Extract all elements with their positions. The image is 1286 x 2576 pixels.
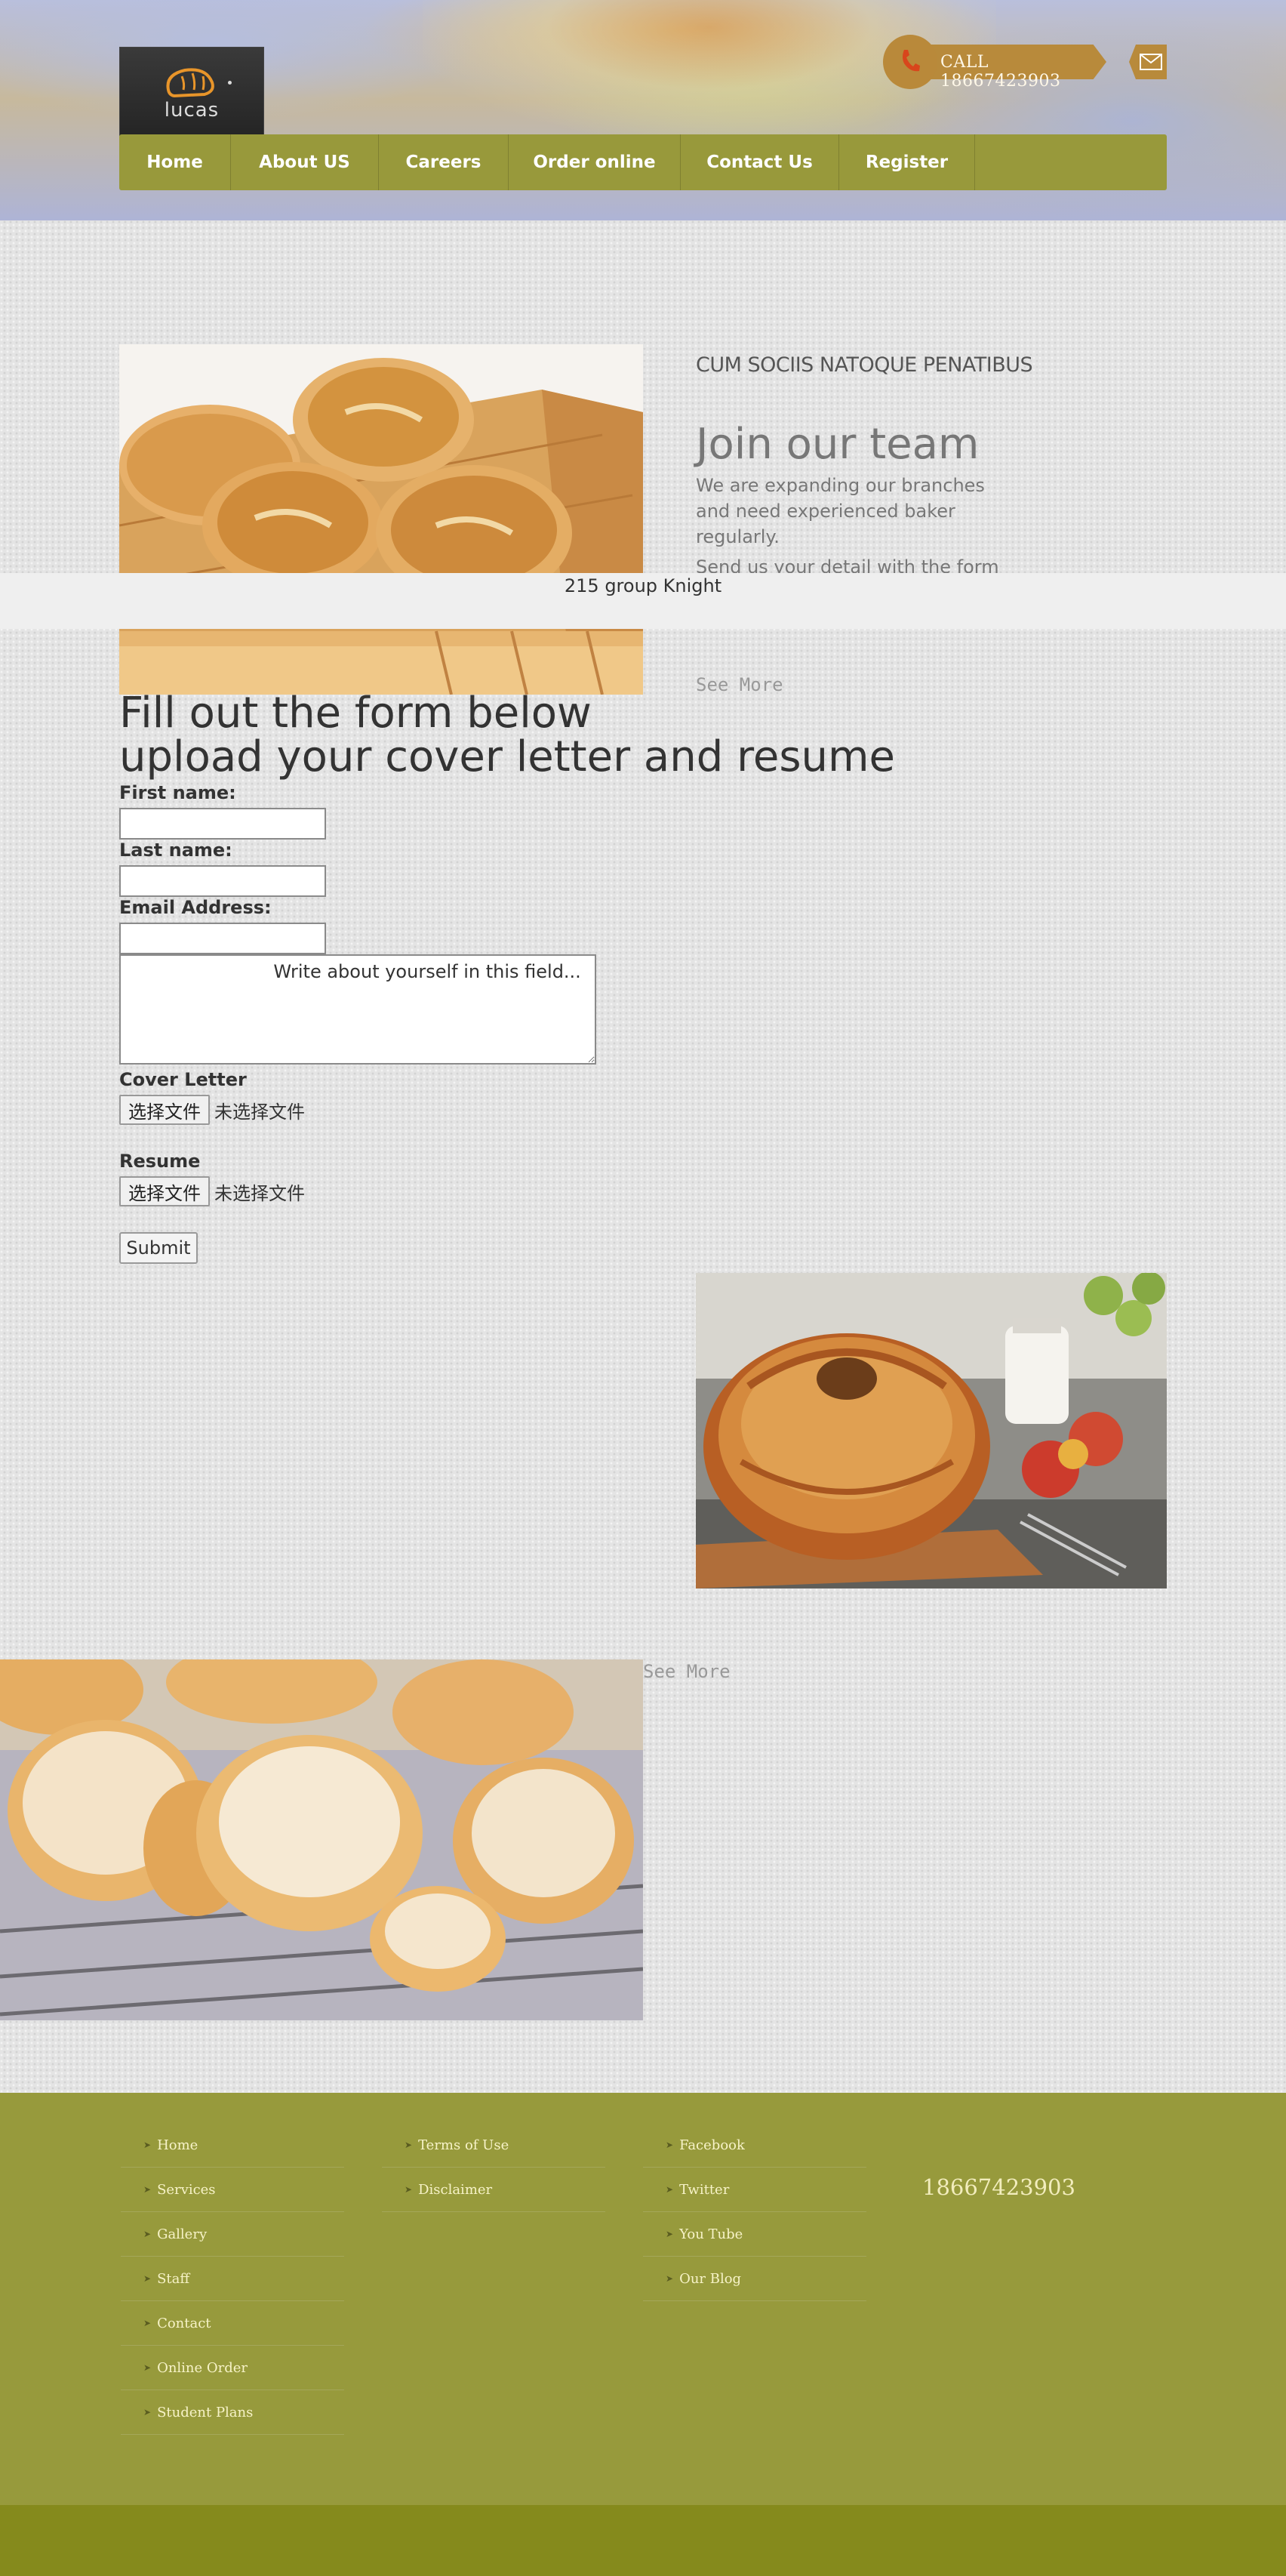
resume-upload: 选择文件 未选择文件 (119, 1176, 305, 1206)
form-title-line2: upload your cover letter and resume (119, 732, 895, 781)
nav-about-us[interactable]: About US (231, 134, 379, 190)
strip-text: 215 group Knight (564, 575, 722, 596)
footer-link-facebook[interactable]: ➤ Facebook (643, 2123, 866, 2168)
footer-link-contact[interactable]: ➤ Contact (121, 2301, 344, 2346)
cake-image (696, 1273, 1167, 1588)
footer-link-label: Gallery (157, 2226, 208, 2242)
cover-letter-no-file-text: 未选择文件 (214, 1101, 305, 1123)
join-description: We are expanding our branches and need e… (696, 475, 985, 547)
mail-icon (1140, 54, 1162, 70)
bread-logo-icon (166, 68, 214, 98)
arrow-icon: ➤ (666, 2184, 674, 2195)
last-name-label: Last name: (119, 840, 232, 861)
footer-link-terms[interactable]: ➤ Terms of Use (382, 2123, 605, 2168)
footer-link-label: Services (157, 2181, 216, 2198)
arrow-icon: ➤ (666, 2140, 674, 2150)
footer-link-label: Disclaimer (418, 2181, 493, 2198)
footer-link-services[interactable]: ➤ Services (121, 2168, 344, 2212)
nav-register[interactable]: Register (839, 134, 975, 190)
footer-column-3: ➤ Facebook ➤ Twitter ➤ You Tube ➤ Our Blog (643, 2123, 866, 2301)
footer-link-disclaimer[interactable]: ➤ Disclaimer (382, 2168, 605, 2212)
footer-link-label: Contact (157, 2315, 211, 2331)
arrow-icon: ➤ (405, 2184, 413, 2195)
footer-link-twitter[interactable]: ➤ Twitter (643, 2168, 866, 2212)
footer-link-blog[interactable]: ➤ Our Blog (643, 2257, 866, 2301)
call-circle (883, 35, 937, 89)
bread-image (119, 344, 643, 695)
footer-bottom-bar (0, 2505, 1286, 2576)
arrow-icon: ➤ (143, 2407, 152, 2417)
see-more-link-2[interactable]: See More (643, 1661, 731, 1682)
arrow-icon: ➤ (666, 2273, 674, 2284)
email-label: Email Address: (119, 897, 272, 918)
form-title-line1: Fill out the form below (119, 689, 592, 738)
footer-link-home[interactable]: ➤ Home (121, 2123, 344, 2168)
resume-no-file-text: 未选择文件 (214, 1182, 305, 1204)
arrow-icon: ➤ (143, 2273, 152, 2284)
pastry-image (0, 1659, 643, 2020)
footer-link-label: You Tube (679, 2226, 743, 2242)
phone-icon (903, 50, 920, 72)
footer-link-label: Facebook (679, 2137, 745, 2153)
main-nav: Home About US Careers Order online Conta… (119, 134, 1167, 190)
last-name-field[interactable] (119, 865, 326, 897)
footer-link-online-order[interactable]: ➤ Online Order (121, 2346, 344, 2390)
join-title: Join our team (696, 420, 980, 469)
submit-button[interactable]: Submit (119, 1232, 198, 1264)
email-field[interactable] (119, 923, 326, 954)
footer-link-label: Our Blog (679, 2270, 742, 2287)
cover-letter-choose-file-button[interactable]: 选择文件 (119, 1095, 210, 1125)
mail-button[interactable] (1129, 45, 1167, 79)
footer-link-label: Online Order (157, 2359, 248, 2376)
footer-link-youtube[interactable]: ➤ You Tube (643, 2212, 866, 2257)
arrow-icon: ➤ (405, 2140, 413, 2150)
nav-contact-us[interactable]: Contact Us (681, 134, 839, 190)
footer-link-gallery[interactable]: ➤ Gallery (121, 2212, 344, 2257)
logo[interactable]: lucas (119, 47, 264, 136)
nav-order-online[interactable]: Order online (509, 134, 681, 190)
arrow-icon: ➤ (143, 2140, 152, 2150)
section-subtitle: CUM SOCIIS NATOQUE PENATIBUS (696, 353, 1033, 377)
about-yourself-textarea[interactable] (119, 954, 596, 1065)
footer-link-label: Staff (157, 2270, 190, 2287)
resume-choose-file-button[interactable]: 选择文件 (119, 1176, 210, 1206)
logo-text: lucas (164, 99, 220, 122)
arrow-icon: ➤ (143, 2318, 152, 2328)
footer-link-label: Home (157, 2137, 198, 2153)
header-banner: lucas CALL 18667423903 Home About US Car… (0, 0, 1286, 220)
arrow-icon: ➤ (143, 2362, 152, 2373)
footer-link-staff[interactable]: ➤ Staff (121, 2257, 344, 2301)
footer-link-label: Student Plans (157, 2404, 254, 2420)
arrow-icon: ➤ (666, 2229, 674, 2239)
cover-letter-label: Cover Letter (119, 1069, 247, 1090)
cover-letter-upload: 选择文件 未选择文件 (119, 1095, 305, 1125)
footer-column-1: ➤ Home ➤ Services ➤ Gallery ➤ Staff ➤ Contact… (121, 2123, 344, 2435)
footer-link-label: Terms of Use (418, 2137, 509, 2153)
call-text: CALL 18667423903 (940, 53, 1061, 91)
arrow-icon: ➤ (143, 2184, 152, 2195)
form-title: Fill out the form below upload your cove… (119, 692, 895, 779)
nav-home[interactable]: Home (119, 134, 231, 190)
nav-careers[interactable]: Careers (379, 134, 509, 190)
arrow-icon: ➤ (143, 2229, 152, 2239)
footer-column-2: ➤ Terms of Use ➤ Disclaimer (382, 2123, 605, 2212)
first-name-field[interactable] (119, 808, 326, 840)
footer-link-label: Twitter (679, 2181, 730, 2198)
resume-label: Resume (119, 1151, 201, 1172)
logo-dot (228, 81, 232, 85)
call-badge[interactable]: CALL 18667423903 (883, 33, 1109, 91)
first-name-label: First name: (119, 782, 236, 803)
footer-link-student-plans[interactable]: ➤ Student Plans (121, 2390, 344, 2435)
footer-phone: 18667423903 (922, 2174, 1075, 2200)
